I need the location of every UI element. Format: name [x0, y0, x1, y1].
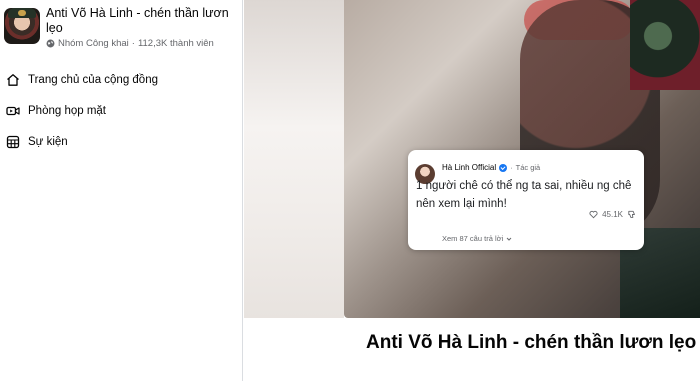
heart-outline-icon	[589, 210, 598, 219]
group-title[interactable]: Anti Võ Hà Linh - chén thần lươn lẹo	[46, 6, 240, 36]
commenter-name: Hà Linh Official	[442, 163, 497, 172]
main-content: Hà Linh Official · Tác giả 1 người chê c…	[244, 0, 700, 381]
globe-icon	[46, 39, 55, 48]
thumbs-down-icon	[628, 210, 635, 218]
view-replies-link: Xem 87 câu trả lời	[442, 234, 512, 243]
group-privacy: Nhóm Công khai	[58, 38, 129, 49]
comment-screenshot-card: Hà Linh Official · Tác giả 1 người chê c…	[408, 150, 644, 250]
comment-header: Hà Linh Official · Tác giả	[442, 163, 540, 172]
post-title[interactable]: Anti Võ Hà Linh - chén thần lươn lẹo	[366, 332, 696, 354]
comment-reactions: 45.1K	[589, 210, 636, 219]
video-icon	[6, 104, 20, 118]
comment-like-count: 45.1K	[602, 210, 623, 219]
comment-text: 1 người chê có thể ng ta sai, nhiều ng c…	[416, 180, 632, 210]
sidebar-item-community-home[interactable]: Trang chủ của cộng đồng	[0, 64, 243, 95]
group-meta: Nhóm Công khai · 112,3K thành viên	[46, 38, 214, 49]
home-icon	[6, 73, 20, 87]
comment-bullet: ·	[510, 163, 513, 172]
media-blurred-background	[244, 0, 344, 318]
sidebar-item-label: Phòng họp mặt	[28, 104, 107, 117]
sidebar-item-label: Trang chủ của cộng đồng	[28, 73, 158, 86]
view-replies-label: Xem 87 câu trả lời	[442, 234, 504, 243]
sidebar-item-meeting-room[interactable]: Phòng họp mặt	[0, 95, 243, 126]
chevron-down-icon	[506, 237, 512, 241]
meta-separator: ·	[131, 38, 135, 49]
sidebar-nav: Trang chủ của cộng đồng Phòng họp mặt Sự…	[0, 64, 243, 157]
sidebar-item-events[interactable]: Sự kiện	[0, 126, 243, 157]
post-media-image[interactable]: Hà Linh Official · Tác giả 1 người chê c…	[344, 0, 700, 318]
verified-badge-icon	[499, 163, 508, 172]
sidebar-item-label: Sự kiện	[28, 135, 68, 148]
sidebar: Anti Võ Hà Linh - chén thần lươn lẹo Nhó…	[0, 0, 243, 381]
group-avatar[interactable]	[4, 8, 40, 44]
group-header[interactable]: Anti Võ Hà Linh - chén thần lươn lẹo Nhó…	[4, 6, 240, 52]
group-members[interactable]: 112,3K thành viên	[138, 38, 214, 49]
author-badge: Tác giả	[515, 163, 541, 172]
calendar-icon	[6, 135, 20, 149]
